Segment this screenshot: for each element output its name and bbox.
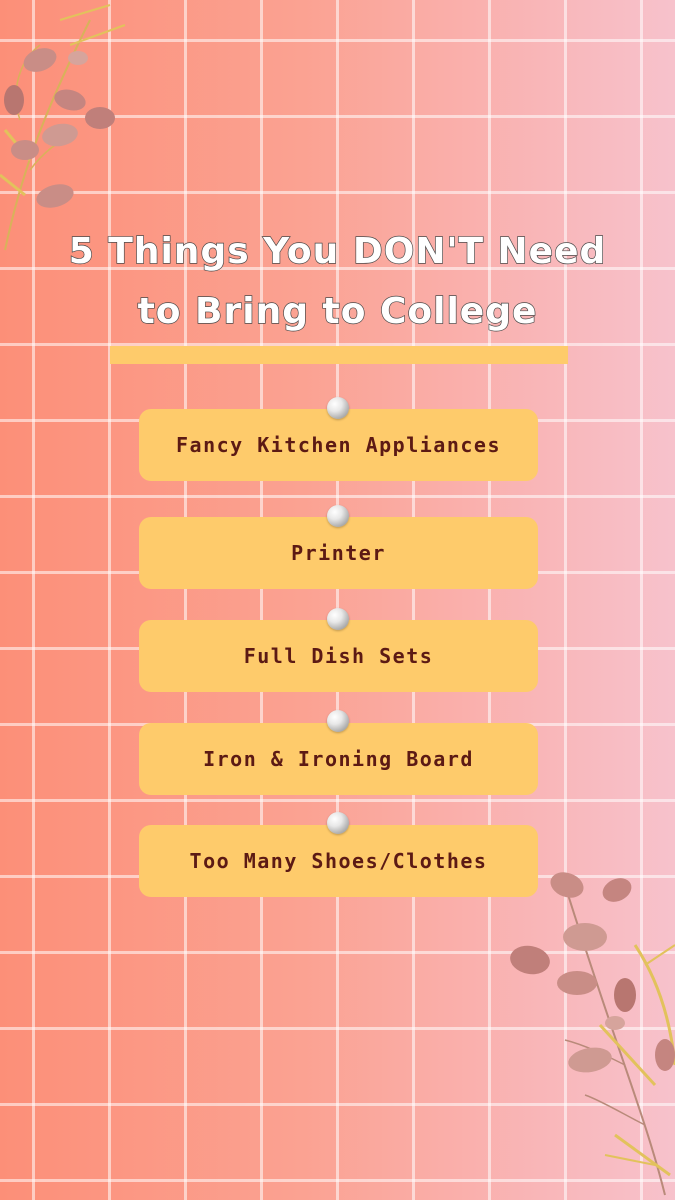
list-item-label: Fancy Kitchen Appliances xyxy=(176,433,501,457)
pin-icon xyxy=(327,812,349,834)
pin-icon xyxy=(327,608,349,630)
list-item-label: Printer xyxy=(291,541,386,565)
list-item: Fancy Kitchen Appliances xyxy=(139,409,538,481)
list-item: Full Dish Sets xyxy=(139,620,538,692)
infographic-page: 5 Things You DON'T Need to Bring to Coll… xyxy=(0,0,675,1200)
title-line-2: to Bring to College xyxy=(137,290,538,332)
leaf-sprig-top-left-icon xyxy=(0,4,126,251)
leaf-sprig-bottom-right-icon xyxy=(510,872,675,1196)
pin-icon xyxy=(327,505,349,527)
title-underline xyxy=(110,346,568,364)
page-title: 5 Things You DON'T Need to Bring to Coll… xyxy=(0,222,675,342)
pin-icon xyxy=(327,710,349,732)
title-line-1: 5 Things You DON'T Need xyxy=(68,230,607,272)
list-item-label: Iron & Ironing Board xyxy=(203,747,474,771)
list-item-label: Too Many Shoes/Clothes xyxy=(189,849,488,873)
list-item: Iron & Ironing Board xyxy=(139,723,538,795)
list-item-label: Full Dish Sets xyxy=(243,644,434,668)
pin-icon xyxy=(327,397,349,419)
list-item: Printer xyxy=(139,517,538,589)
list-item: Too Many Shoes/Clothes xyxy=(139,825,538,897)
